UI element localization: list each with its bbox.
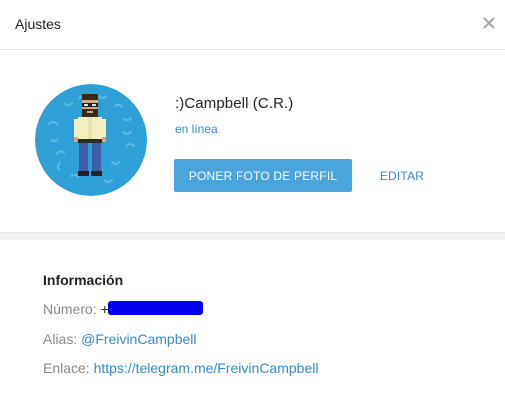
set-profile-photo-button[interactable]: PONER FOTO DE PERFIL (174, 159, 352, 192)
alias-value[interactable]: @FreivinCampbell (81, 331, 196, 347)
info-heading: Información (43, 272, 124, 288)
phone-label: Número: (43, 301, 97, 317)
profile-name: :)Campbell (C.R.) (175, 95, 294, 112)
link-value[interactable]: https://telegram.me/FreivinCampbell (94, 360, 319, 376)
section-divider (0, 232, 505, 240)
alias-row: Alias: @FreivinCampbell (43, 331, 196, 347)
link-row: Enlace: https://telegram.me/FreivinCampb… (43, 360, 318, 376)
redaction-mark (107, 301, 203, 316)
edit-button[interactable]: EDITAR (368, 159, 436, 192)
avatar[interactable] (35, 84, 147, 196)
link-label: Enlace: (43, 360, 90, 376)
close-icon[interactable] (478, 12, 500, 34)
page-title: Ajustes (15, 16, 61, 32)
phone-row: Número: + (43, 301, 203, 317)
alias-label: Alias: (43, 331, 78, 347)
settings-header: Ajustes (0, 0, 505, 50)
online-status: en línea (175, 122, 218, 136)
profile-section: :)Campbell (C.R.) en línea PONER FOTO DE… (0, 50, 505, 232)
info-section: Información Número: + Alias: @FreivinCam… (0, 240, 505, 413)
